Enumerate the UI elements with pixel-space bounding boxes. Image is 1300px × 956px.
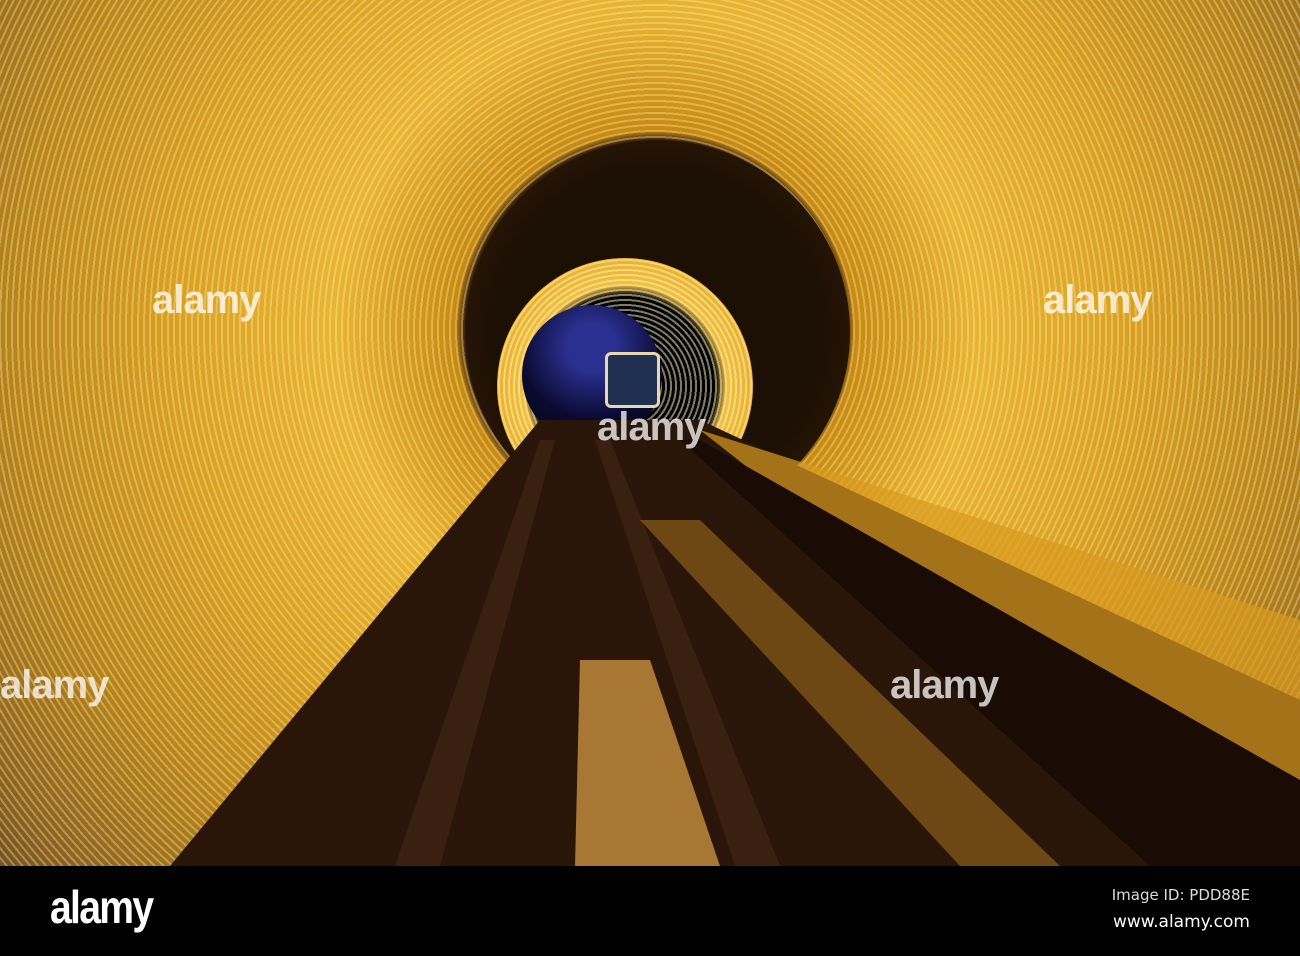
stock-photo: alamy alamy alamy alamy alamy alamy Imag… [0,0,1300,956]
image-id: Image ID: PDD88E [1111,886,1250,904]
tunnel-photo: alamy alamy alamy alamy alamy [0,0,1300,866]
watermark: alamy [152,278,261,322]
watermark: alamy [597,405,706,449]
alamy-logo: alamy [50,881,154,933]
watermark: alamy [0,663,109,707]
watermark: alamy [1043,278,1152,322]
website-url: www.alamy.com [1112,912,1250,932]
watermark: alamy [890,663,999,707]
footer-bar: alamy Image ID: PDD88E www.alamy.com [0,866,1300,956]
